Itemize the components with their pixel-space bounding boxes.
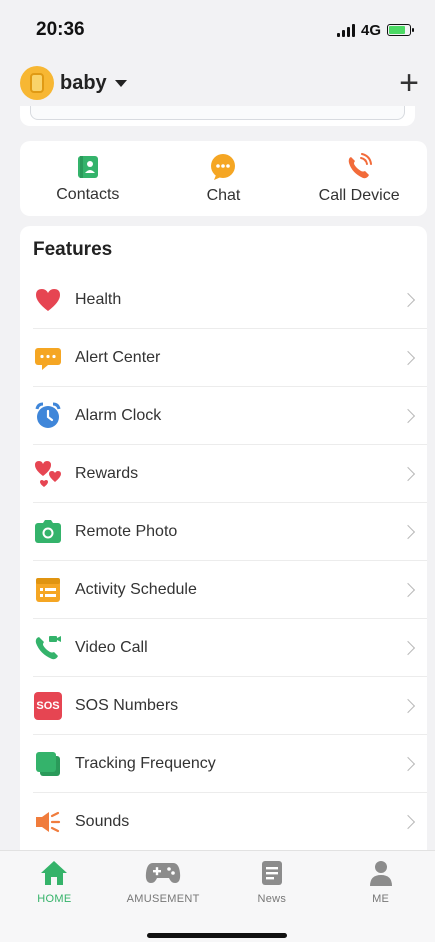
feature-activity-schedule[interactable]: Activity Schedule <box>33 561 427 619</box>
status-time: 20:36 <box>36 19 85 40</box>
quick-actions: Contacts Chat Call Device <box>20 141 427 216</box>
heart-icon <box>36 288 60 311</box>
chevron-right-icon <box>400 292 416 307</box>
status-bar: 20:36 4G <box>0 0 435 60</box>
chevron-right-icon <box>400 698 416 713</box>
hearts-icon <box>35 460 61 487</box>
gamepad-icon <box>145 863 181 883</box>
device-selector[interactable]: baby <box>20 66 127 100</box>
call-device-label: Call Device <box>318 186 400 204</box>
battery-icon <box>387 24 414 36</box>
home-indicator <box>147 933 287 938</box>
call-device-button[interactable]: Call Device <box>299 152 419 205</box>
feature-alarm-clock[interactable]: Alarm Clock <box>33 387 427 445</box>
chat-icon <box>211 153 236 180</box>
feature-label: Remote Photo <box>75 522 178 540</box>
feature-label: SOS Numbers <box>75 696 179 714</box>
add-device-button[interactable]: + <box>399 66 419 100</box>
tab-bar: HOME AMUSEMENT News ME <box>0 850 435 942</box>
message-icon <box>35 347 61 370</box>
sos-icon: SOS <box>34 691 62 720</box>
chat-button[interactable]: Chat <box>163 153 283 205</box>
chevron-right-icon <box>400 350 416 365</box>
feature-sounds[interactable]: Sounds <box>33 793 427 851</box>
feature-rewards[interactable]: Rewards <box>33 445 427 503</box>
chevron-right-icon <box>400 466 416 481</box>
feature-alert-center[interactable]: Alert Center <box>33 329 427 387</box>
tracking-icon <box>36 751 60 776</box>
chevron-right-icon <box>400 582 416 597</box>
feature-label: Tracking Frequency <box>75 754 216 772</box>
schedule-icon <box>36 577 60 602</box>
person-icon <box>369 861 392 886</box>
chevron-right-icon <box>400 814 416 830</box>
tab-me[interactable]: ME <box>331 859 431 905</box>
feature-video-call[interactable]: Video Call <box>33 619 427 677</box>
tab-home[interactable]: HOME <box>4 859 104 905</box>
chevron-right-icon <box>400 756 416 771</box>
status-indicators: 4G <box>336 21 414 39</box>
chat-label: Chat <box>206 186 241 204</box>
watch-avatar-icon <box>20 66 54 100</box>
feature-label: Rewards <box>75 464 139 482</box>
home-icon <box>41 861 68 885</box>
tab-label: HOME <box>37 893 72 905</box>
camera-icon <box>35 519 61 543</box>
device-name: baby <box>60 71 107 94</box>
tab-amusement[interactable]: AMUSEMENT <box>113 859 213 905</box>
header: baby + <box>0 60 435 106</box>
caret-down-icon <box>114 79 127 87</box>
map-panel[interactable] <box>20 106 415 126</box>
signal-icon <box>336 23 355 37</box>
feature-label: Video Call <box>75 638 148 656</box>
feature-label: Health <box>75 290 122 308</box>
feature-tracking-frequency[interactable]: Tracking Frequency <box>33 735 427 793</box>
feature-label: Alert Center <box>75 348 161 366</box>
speaker-icon <box>36 811 61 833</box>
network-type: 4G <box>360 21 381 39</box>
chevron-right-icon <box>400 408 416 423</box>
features-card: Features Health Alert Center Alarm Clock… <box>20 226 427 856</box>
tab-label: AMUSEMENT <box>126 893 200 905</box>
feature-remote-photo[interactable]: Remote Photo <box>33 503 427 561</box>
news-icon <box>261 861 282 885</box>
tab-label: ME <box>372 893 390 905</box>
contacts-icon <box>77 155 98 178</box>
feature-sos-numbers[interactable]: SOS SOS Numbers <box>33 677 427 735</box>
tab-label: News <box>257 893 287 905</box>
contacts-button[interactable]: Contacts <box>28 154 148 204</box>
feature-label: Activity Schedule <box>75 580 197 598</box>
feature-health[interactable]: Health <box>33 271 427 329</box>
contacts-label: Contacts <box>56 185 120 203</box>
phone-call-icon <box>348 152 373 178</box>
alarm-clock-icon <box>35 402 61 428</box>
chevron-right-icon <box>400 640 416 655</box>
features-title: Features <box>33 239 113 260</box>
chevron-right-icon <box>400 524 416 539</box>
tab-news[interactable]: News <box>222 859 322 905</box>
video-call-icon <box>35 635 61 659</box>
feature-label: Alarm Clock <box>75 406 162 424</box>
feature-label: Sounds <box>75 813 130 830</box>
